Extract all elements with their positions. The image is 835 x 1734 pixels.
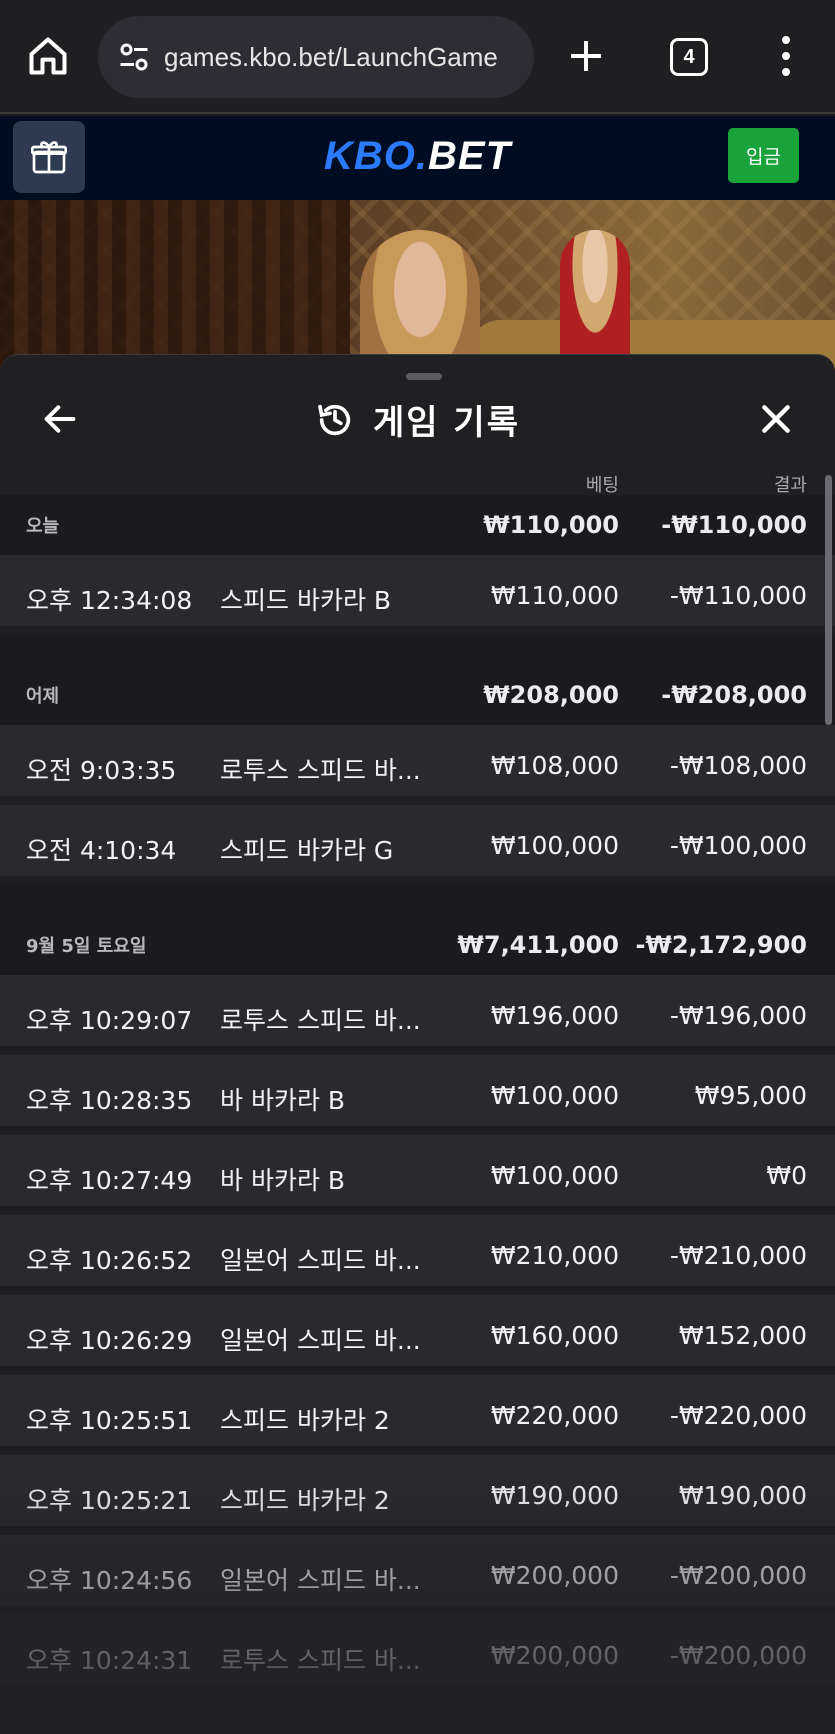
row-game: 스피드 바카라 B bbox=[220, 586, 392, 615]
history-row[interactable]: 오후 10:29:07 로투스 스피드 바... ₩196,000 -₩196,… bbox=[0, 975, 835, 1055]
tabs-icon[interactable]: 4 bbox=[670, 38, 708, 76]
row-time: 오후 10:26:52 bbox=[26, 1246, 193, 1275]
row-result: -₩200,000 bbox=[669, 1641, 807, 1670]
site-header: KBO.BET 입금 bbox=[0, 116, 835, 200]
row-time: 오후 10:25:51 bbox=[26, 1406, 193, 1435]
row-bet: ₩200,000 bbox=[490, 1561, 619, 1590]
row-game: 일본어 스피드 바... bbox=[220, 1326, 421, 1355]
row-time: 오후 10:24:31 bbox=[26, 1646, 193, 1675]
group-result-total: -₩2,172,900 bbox=[635, 931, 807, 959]
group-result-total: -₩208,000 bbox=[661, 681, 807, 709]
game-history-sheet: 게임 기록 베팅 결과 오늘 ₩110,000 -₩110,000 오후 12:… bbox=[0, 354, 835, 1734]
row-time: 오후 10:28:35 bbox=[26, 1086, 193, 1115]
history-row[interactable]: 오후 10:25:21 스피드 바카라 2 ₩190,000 ₩190,000 bbox=[0, 1455, 835, 1535]
history-list: 오늘 ₩110,000 -₩110,000 오후 12:34:08 스피드 바카… bbox=[0, 495, 835, 1695]
row-result: -₩196,000 bbox=[669, 1001, 807, 1030]
row-game: 스피드 바카라 2 bbox=[220, 1486, 390, 1515]
tab-count: 4 bbox=[683, 45, 695, 68]
row-time: 오후 10:26:29 bbox=[26, 1326, 193, 1355]
row-time: 오전 4:10:34 bbox=[26, 836, 177, 865]
history-row[interactable]: 오후 10:26:29 일본어 스피드 바... ₩160,000 ₩152,0… bbox=[0, 1295, 835, 1375]
group-date: 오늘 bbox=[26, 516, 60, 537]
row-bet: ₩100,000 bbox=[490, 1081, 619, 1110]
group-bet-total: ₩208,000 bbox=[483, 681, 619, 709]
row-bet: ₩210,000 bbox=[490, 1241, 619, 1270]
row-game: 로투스 스피드 바... bbox=[220, 1006, 421, 1035]
history-row[interactable]: 오전 9:03:35 로투스 스피드 바... ₩108,000 -₩108,0… bbox=[0, 725, 835, 805]
column-header-result: 결과 bbox=[773, 475, 807, 496]
row-bet: ₩220,000 bbox=[490, 1401, 619, 1430]
row-game: 바 바카라 B bbox=[220, 1086, 346, 1115]
group-bet-total: ₩7,411,000 bbox=[457, 931, 619, 959]
row-time: 오후 10:27:49 bbox=[26, 1166, 193, 1195]
new-tab-button[interactable] bbox=[566, 36, 606, 76]
row-result: -₩220,000 bbox=[669, 1401, 807, 1430]
row-result: -₩210,000 bbox=[669, 1241, 807, 1270]
column-header-bet: 베팅 bbox=[585, 475, 619, 496]
home-button[interactable] bbox=[26, 34, 70, 78]
live-video bbox=[0, 200, 835, 370]
row-time: 오후 10:24:56 bbox=[26, 1566, 193, 1595]
history-row[interactable]: 오후 10:26:52 일본어 스피드 바... ₩210,000 -₩210,… bbox=[0, 1215, 835, 1295]
group-bet-total: ₩110,000 bbox=[483, 511, 619, 539]
row-bet: ₩110,000 bbox=[490, 581, 619, 610]
home-icon bbox=[29, 37, 67, 75]
group-header: 어제 ₩208,000 -₩208,000 bbox=[0, 665, 835, 725]
row-time: 오후 12:34:08 bbox=[26, 586, 193, 615]
row-result: -₩110,000 bbox=[669, 581, 807, 610]
group-result-total: -₩110,000 bbox=[661, 511, 807, 539]
row-bet: ₩160,000 bbox=[490, 1321, 619, 1350]
row-game: 일본어 스피드 바... bbox=[220, 1566, 421, 1595]
row-game: 바 바카라 B bbox=[220, 1166, 346, 1195]
browser-toolbar: games.kbo.bet/LaunchGame 4 bbox=[0, 0, 835, 114]
scrollbar[interactable] bbox=[825, 475, 832, 725]
address-bar[interactable]: games.kbo.bet/LaunchGame bbox=[98, 16, 534, 98]
group-date: 9월 5일 토요일 bbox=[26, 936, 147, 957]
history-row[interactable]: 오후 10:24:56 일본어 스피드 바... ₩200,000 -₩200,… bbox=[0, 1535, 835, 1615]
row-result: -₩108,000 bbox=[669, 751, 807, 780]
row-bet: ₩200,000 bbox=[490, 1641, 619, 1670]
row-game: 스피드 바카라 G bbox=[220, 836, 394, 865]
row-bet: ₩100,000 bbox=[490, 831, 619, 860]
row-bet: ₩196,000 bbox=[490, 1001, 619, 1030]
more-vert-icon[interactable] bbox=[775, 36, 797, 76]
site-logo[interactable]: KBO.BET bbox=[0, 134, 835, 179]
row-game: 로투스 스피드 바... bbox=[220, 1646, 421, 1675]
row-bet: ₩100,000 bbox=[490, 1161, 619, 1190]
row-result: ₩152,000 bbox=[678, 1321, 807, 1350]
row-result: ₩95,000 bbox=[694, 1081, 807, 1110]
close-button[interactable] bbox=[756, 399, 796, 439]
history-row[interactable]: 오전 4:10:34 스피드 바카라 G ₩100,000 -₩100,000 bbox=[0, 805, 835, 885]
tune-icon[interactable] bbox=[116, 39, 152, 75]
group-header: 오늘 ₩110,000 -₩110,000 bbox=[0, 495, 835, 555]
row-time: 오후 10:29:07 bbox=[26, 1006, 193, 1035]
sheet-drag-handle[interactable] bbox=[406, 373, 442, 380]
url-text[interactable]: games.kbo.bet/LaunchGame bbox=[164, 42, 498, 73]
history-row[interactable]: 오후 10:28:35 바 바카라 B ₩100,000 ₩95,000 bbox=[0, 1055, 835, 1135]
row-game: 일본어 스피드 바... bbox=[220, 1246, 421, 1275]
row-result: -₩100,000 bbox=[669, 831, 807, 860]
row-time: 오후 10:25:21 bbox=[26, 1486, 193, 1515]
row-result: ₩190,000 bbox=[678, 1481, 807, 1510]
close-icon bbox=[762, 405, 790, 433]
row-game: 스피드 바카라 2 bbox=[220, 1406, 390, 1435]
history-row[interactable]: 오후 10:25:51 스피드 바카라 2 ₩220,000 -₩220,000 bbox=[0, 1375, 835, 1455]
group-header: 9월 5일 토요일 ₩7,411,000 -₩2,172,900 bbox=[0, 915, 835, 975]
group-date: 어제 bbox=[26, 686, 60, 707]
row-bet: ₩108,000 bbox=[490, 751, 619, 780]
sheet-title: 게임 기록 bbox=[373, 403, 520, 443]
history-icon bbox=[318, 404, 351, 435]
row-time: 오전 9:03:35 bbox=[26, 756, 177, 785]
history-row[interactable]: 오후 10:24:31 로투스 스피드 바... ₩200,000 -₩200,… bbox=[0, 1615, 835, 1695]
history-row[interactable]: 오후 12:34:08 스피드 바카라 B ₩110,000 -₩110,000 bbox=[0, 555, 835, 635]
history-row[interactable]: 오후 10:27:49 바 바카라 B ₩100,000 ₩0 bbox=[0, 1135, 835, 1215]
sheet-header: 게임 기록 bbox=[0, 395, 835, 444]
row-bet: ₩190,000 bbox=[490, 1481, 619, 1510]
row-result: ₩0 bbox=[766, 1161, 807, 1190]
deposit-button[interactable]: 입금 bbox=[728, 128, 799, 183]
plus-icon bbox=[571, 41, 601, 71]
row-result: -₩200,000 bbox=[669, 1561, 807, 1590]
row-game: 로투스 스피드 바... bbox=[220, 756, 421, 785]
